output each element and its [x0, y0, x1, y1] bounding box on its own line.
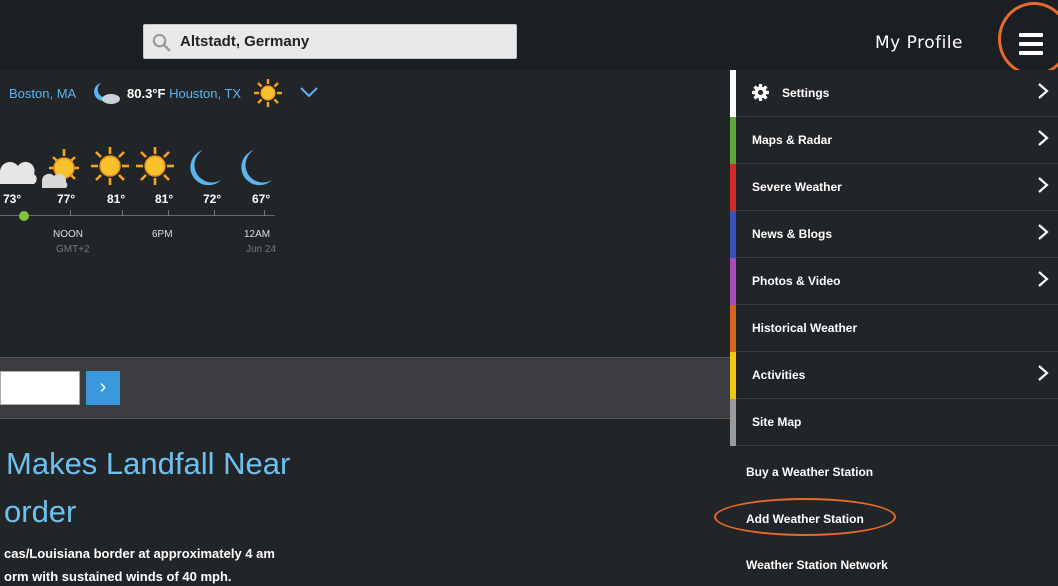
menu-color-bar — [730, 70, 736, 117]
menu-color-bar — [730, 352, 736, 399]
chevron-right-icon — [1038, 365, 1049, 381]
menu-item-news-blogs[interactable]: News & Blogs — [730, 211, 1058, 258]
menu-link-buy-weather-station[interactable]: Buy a Weather Station — [746, 465, 873, 479]
article-body: cas/Louisiana border at approximately 4 … — [4, 546, 275, 561]
menu-link-weather-station-network[interactable]: Weather Station Network — [746, 558, 888, 572]
timeline-tick — [264, 210, 265, 216]
moon-icon — [190, 150, 221, 186]
moon-icon — [241, 150, 272, 186]
menu-label: Severe Weather — [752, 180, 842, 194]
menu-item-maps-radar[interactable]: Maps & Radar — [730, 117, 1058, 164]
menu-item-historical-weather[interactable]: Historical Weather — [730, 305, 1058, 352]
menu-color-bar — [730, 117, 736, 164]
sun-icon — [254, 79, 282, 107]
timeline-tick — [122, 210, 123, 216]
time-label-12am: 12AM — [244, 229, 271, 240]
menu-label: Photos & Video — [752, 274, 841, 288]
chevron-right-icon — [1038, 224, 1049, 240]
article-headline[interactable]: Makes Landfall Near — [6, 446, 290, 482]
city-houston[interactable]: 80.3°F Houston, TX — [127, 86, 241, 101]
menu-label: News & Blogs — [752, 227, 833, 241]
menu-color-bar — [730, 399, 736, 446]
timeline-tick — [214, 210, 215, 216]
chevron-right-icon — [1038, 83, 1049, 99]
menu-label: Site Map — [752, 415, 802, 429]
top-bar: Altstadt, Germany My Profile — [0, 0, 1058, 70]
hour-temp: 81° — [155, 192, 174, 206]
city-name-boston[interactable]: Boston, MA — [9, 86, 76, 101]
location-strip: › — [0, 357, 730, 419]
hour-temp: 77° — [57, 192, 76, 206]
timeline-tick — [70, 210, 71, 216]
menu-item-site-map[interactable]: Site Map — [730, 399, 1058, 446]
date-label: Jun 24 — [246, 244, 277, 255]
menu-label: Historical Weather — [752, 321, 858, 335]
forecast-timeline — [0, 215, 275, 216]
hour-temp: 67° — [252, 192, 271, 206]
sun-cloud-icon — [42, 149, 79, 188]
menu-label: Activities — [752, 368, 806, 382]
article-headline-cont[interactable]: order — [4, 494, 76, 530]
search-icon — [152, 33, 171, 52]
submit-button[interactable]: › — [86, 371, 120, 405]
hour-temp: 81° — [107, 192, 126, 206]
timeline-current-marker[interactable] — [19, 211, 29, 221]
hour-temp: 72° — [203, 192, 222, 206]
moon-cloud-icon — [94, 83, 120, 104]
city-boston[interactable]: Boston, MA — [9, 86, 76, 101]
menu-color-bar — [730, 258, 736, 305]
my-profile-link[interactable]: My Profile — [875, 33, 963, 53]
menu-label: Settings — [782, 86, 830, 100]
menu-item-activities[interactable]: Activities — [730, 352, 1058, 399]
chevron-right-icon — [1038, 271, 1049, 287]
search-input-value[interactable]: Altstadt, Germany — [180, 33, 309, 50]
location-input[interactable] — [0, 371, 80, 405]
menu-item-settings[interactable]: Settings — [730, 70, 1058, 117]
sun-icon — [136, 147, 174, 185]
time-label-noon: NOON — [53, 229, 83, 240]
search-box[interactable]: Altstadt, Germany — [143, 24, 517, 59]
article-body-cont: orm with sustained winds of 40 mph. — [4, 569, 232, 584]
highlight-circle-add-station — [714, 498, 896, 536]
menu-label: Maps & Radar — [752, 133, 833, 147]
chevron-right-icon — [1038, 177, 1049, 193]
timezone-label: GMT+2 — [56, 244, 90, 255]
chevron-right-icon — [1038, 130, 1049, 146]
hour-temp: 73° — [3, 192, 22, 206]
menu-color-bar — [730, 305, 736, 352]
sun-icon — [91, 147, 129, 185]
cloud-icon — [0, 161, 37, 184]
city-temp-houston: 80.3°F — [127, 86, 166, 101]
chevron-down-icon[interactable] — [300, 86, 318, 98]
menu-color-bar — [730, 164, 736, 211]
menu-color-bar — [730, 211, 736, 258]
gear-icon — [752, 84, 769, 101]
timeline-tick — [168, 210, 169, 216]
menu-item-photos-video[interactable]: Photos & Video — [730, 258, 1058, 305]
menu-item-severe-weather[interactable]: Severe Weather — [730, 164, 1058, 211]
time-label-6pm: 6PM — [152, 229, 173, 240]
city-name-houston[interactable]: Houston, TX — [169, 86, 241, 101]
